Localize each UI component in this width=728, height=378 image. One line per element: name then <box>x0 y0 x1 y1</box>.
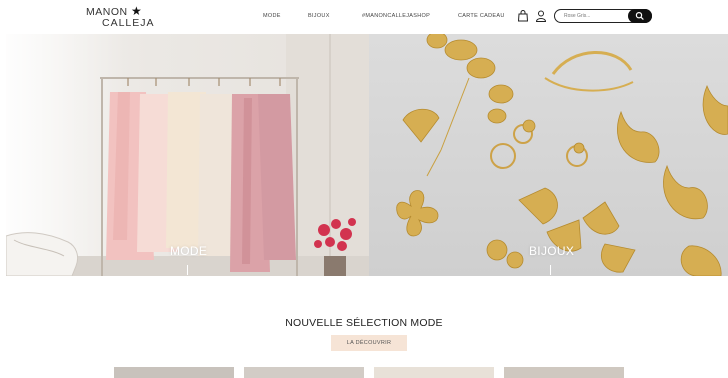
hero-bijoux-label: BIJOUX <box>529 244 575 258</box>
search-input[interactable] <box>564 11 626 21</box>
hero-mode-tick <box>187 265 188 275</box>
nav-hashtag-shop[interactable]: #MANONCALLEJASHOP <box>362 13 430 20</box>
jewelry-image <box>396 34 728 276</box>
discover-button[interactable]: LA DÉCOUVRIR <box>331 335 407 351</box>
hero-mode-label: MODE <box>170 244 208 258</box>
nav-mode[interactable]: MODE <box>263 13 281 20</box>
site-header: MANON ★ CALLEJA MODE BIJOUX #MANONCALLEJ… <box>0 0 728 34</box>
section-title: NOUVELLE SÉLECTION MODE <box>285 317 443 329</box>
clothing-rack-image <box>6 34 369 276</box>
logo-text-line2: CALLEJA <box>102 17 155 29</box>
hero-banner: MODE BIJOUX <box>6 34 728 276</box>
search-bar <box>554 9 652 23</box>
nav-bijoux[interactable]: BIJOUX <box>308 13 330 20</box>
search-icon <box>635 11 644 20</box>
hero-bijoux-tick <box>550 265 551 275</box>
product-thumbnail[interactable] <box>244 367 364 378</box>
star-icon: ★ <box>131 4 142 18</box>
hero-bijoux-panel[interactable]: BIJOUX <box>369 34 728 276</box>
product-thumbnail[interactable] <box>114 367 234 378</box>
hero-mode-panel[interactable]: MODE <box>6 34 369 276</box>
user-icon[interactable] <box>535 9 547 23</box>
nav-gift-card[interactable]: CARTE CADEAU <box>458 13 505 20</box>
search-button[interactable] <box>628 9 652 23</box>
product-thumbnail[interactable] <box>374 367 494 378</box>
logo[interactable]: MANON ★ CALLEJA <box>86 4 166 31</box>
product-thumbnail[interactable] <box>504 367 624 378</box>
bag-icon[interactable] <box>517 9 529 23</box>
